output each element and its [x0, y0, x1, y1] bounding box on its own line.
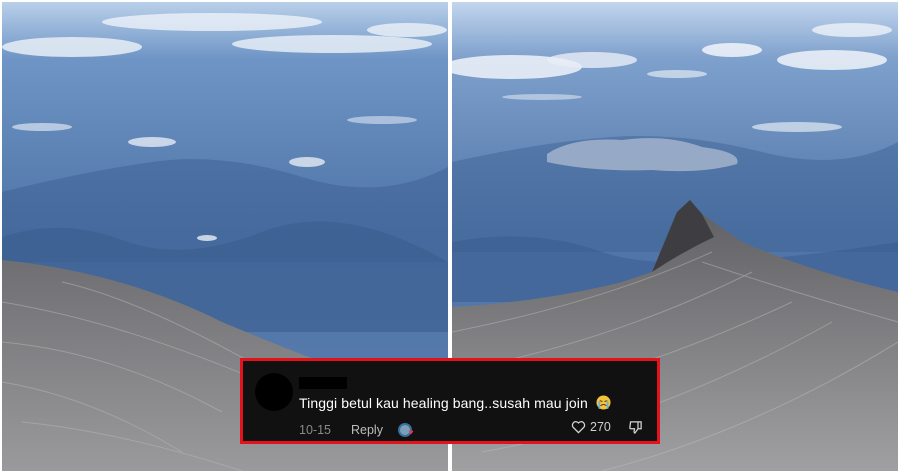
like-button[interactable]: 270 — [571, 420, 611, 434]
reply-button[interactable]: Reply — [351, 423, 383, 437]
thumbs-down-outline-icon — [629, 421, 642, 434]
comment-date: 10-15 — [299, 423, 331, 437]
like-count: 270 — [590, 420, 611, 434]
creator-avatar-heart-icon — [397, 423, 414, 437]
comment-meta-row: 10-15 Reply — [299, 421, 415, 439]
heart-outline-icon — [571, 421, 586, 434]
comment-card: Tinggi betul kau healing bang..susah mau… — [240, 358, 660, 444]
user-avatar[interactable] — [255, 373, 293, 411]
crying-face-icon — [596, 395, 611, 410]
dislike-button[interactable] — [628, 420, 643, 440]
comment-text: Tinggi betul kau healing bang..susah mau… — [299, 395, 588, 411]
comment-text-line: Tinggi betul kau healing bang..susah mau… — [299, 395, 611, 411]
redacted-username — [299, 377, 347, 389]
